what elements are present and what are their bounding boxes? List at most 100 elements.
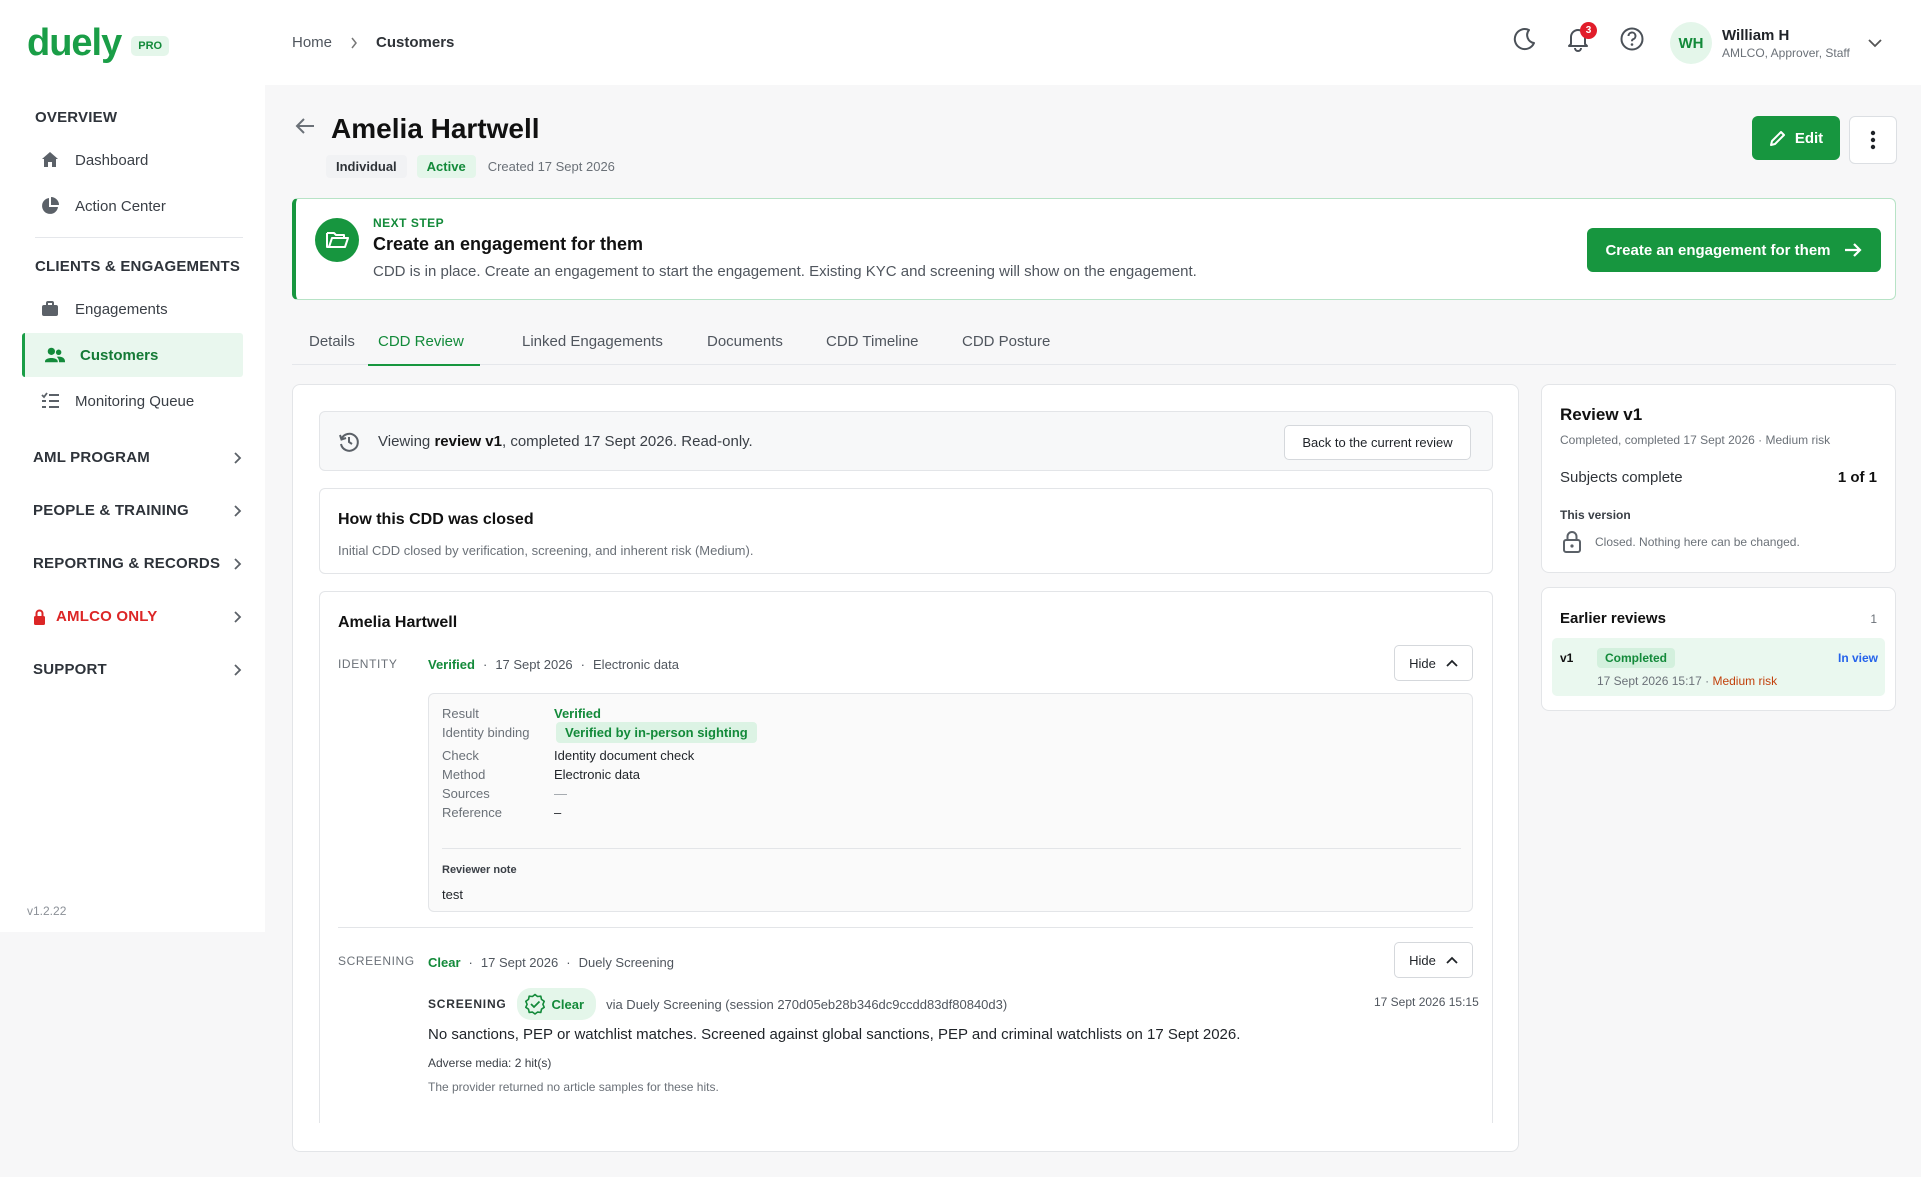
sidebar-item-label: Dashboard bbox=[75, 151, 149, 169]
badge-check-icon bbox=[524, 993, 546, 1015]
user-menu[interactable]: WH William H AMLCO, Approver, Staff bbox=[1670, 22, 1882, 64]
review-summary-card: Review v1 Completed, completed 17 Sept 2… bbox=[1541, 384, 1896, 573]
nav-group-reporting-records[interactable]: REPORTING & RECORDS bbox=[33, 555, 243, 572]
sidebar-item-customers[interactable]: Customers bbox=[22, 333, 243, 377]
notifications-button[interactable]: 3 bbox=[1565, 22, 1597, 52]
method-value: Electronic data bbox=[554, 767, 640, 782]
screening-label: SCREENING bbox=[338, 954, 415, 968]
subjects-complete-label: Subjects complete bbox=[1560, 469, 1683, 486]
tab-cdd-posture[interactable]: CDD Posture bbox=[962, 333, 1050, 364]
edit-button[interactable]: Edit bbox=[1752, 116, 1840, 160]
folder-open-icon bbox=[315, 218, 359, 262]
viewing-review: review v1 bbox=[434, 433, 502, 450]
tab-cdd-review[interactable]: CDD Review bbox=[368, 333, 480, 366]
earlier-reviews-count: 1 bbox=[1870, 612, 1877, 626]
screening-timestamp: 17 Sept 2026 15:15 bbox=[1374, 995, 1479, 1009]
sidebar-item-engagements[interactable]: Engagements bbox=[22, 287, 243, 331]
chevron-right-icon bbox=[350, 37, 358, 49]
tab-details[interactable]: Details bbox=[309, 333, 355, 364]
sidebar-item-action-center[interactable]: Action Center bbox=[22, 184, 243, 228]
breadcrumb-home[interactable]: Home bbox=[292, 34, 332, 51]
user-info: William H AMLCO, Approver, Staff bbox=[1722, 27, 1850, 60]
subject-section: Amelia Hartwell IDENTITY Verified · 17 S… bbox=[319, 591, 1493, 1123]
sidebar-item-monitoring-queue[interactable]: Monitoring Queue bbox=[22, 379, 243, 423]
topbar: Home Customers 3 WH William H AMLCO, App… bbox=[265, 0, 1921, 85]
nav-group-support[interactable]: SUPPORT bbox=[33, 661, 243, 678]
section-clients: CLIENTS & ENGAGEMENTS bbox=[35, 258, 241, 275]
chevron-up-icon bbox=[1446, 956, 1458, 964]
identity-details: Result Verified Identity binding Verifie… bbox=[428, 693, 1473, 912]
tab-linked-engagements[interactable]: Linked Engagements bbox=[522, 333, 663, 364]
home-icon bbox=[40, 150, 60, 170]
chevron-right-icon bbox=[233, 557, 243, 570]
earlier-reviews-title: Earlier reviews bbox=[1560, 610, 1666, 627]
hide-label: Hide bbox=[1409, 952, 1436, 968]
lock-icon bbox=[33, 609, 46, 625]
result-label: Result bbox=[442, 706, 479, 721]
customer-meta: Individual Active Created 17 Sept 2026 bbox=[326, 155, 615, 178]
breadcrumb: Home Customers bbox=[292, 34, 454, 51]
help-icon[interactable] bbox=[1619, 26, 1645, 52]
create-engagement-button[interactable]: Create an engagement for them bbox=[1587, 228, 1881, 272]
chevron-right-icon bbox=[233, 451, 243, 464]
chevron-right-icon bbox=[233, 610, 243, 623]
arrow-right-icon bbox=[1843, 241, 1863, 259]
hide-label: Hide bbox=[1409, 655, 1436, 671]
moon-icon[interactable] bbox=[1512, 26, 1538, 52]
reviewer-note-value: test bbox=[442, 887, 463, 902]
app-logo[interactable]: duely PRO bbox=[27, 24, 170, 62]
nav-group-people-training[interactable]: PEOPLE & TRAINING bbox=[33, 502, 243, 519]
screening-clear-badge: Clear bbox=[516, 988, 597, 1020]
app-version: v1.2.22 bbox=[27, 904, 67, 918]
back-arrow-icon[interactable] bbox=[294, 116, 316, 136]
sidebar-item-label: Monitoring Queue bbox=[75, 392, 195, 410]
dot-separator: · bbox=[566, 955, 571, 970]
binding-label: Identity binding bbox=[442, 725, 530, 740]
lock-icon bbox=[1562, 530, 1582, 554]
reference-value: – bbox=[554, 805, 562, 820]
screening-hide-button[interactable]: Hide bbox=[1394, 942, 1473, 978]
briefcase-icon bbox=[40, 299, 60, 319]
nav-group-aml-program[interactable]: AML PROGRAM bbox=[33, 449, 243, 466]
sidebar-item-label: Engagements bbox=[75, 300, 168, 318]
identity-hide-button[interactable]: Hide bbox=[1394, 645, 1473, 681]
screening-date: 17 Sept 2026 bbox=[480, 955, 559, 970]
nav-group-amlco-only[interactable]: AMLCO ONLY bbox=[33, 608, 243, 625]
locked-message: Closed. Nothing here can be changed. bbox=[1595, 535, 1800, 549]
divider bbox=[442, 848, 1461, 849]
pencil-icon bbox=[1769, 129, 1787, 147]
closure-description: Initial CDD closed by verification, scre… bbox=[338, 543, 754, 558]
binding-badge: Verified by in-person sighting bbox=[556, 722, 757, 743]
screening-kicker: SCREENING bbox=[428, 997, 507, 1011]
banner-title: Create an engagement for them bbox=[373, 234, 644, 254]
dot-separator: · bbox=[482, 657, 488, 672]
dot-separator: · bbox=[580, 657, 586, 672]
review-date: 17 Sept 2026 15:17 bbox=[1597, 674, 1702, 688]
nav-group-label: SUPPORT bbox=[33, 661, 107, 678]
subject-name: Amelia Hartwell bbox=[338, 614, 458, 631]
sidebar-item-dashboard[interactable]: Dashboard bbox=[22, 138, 243, 182]
edit-label: Edit bbox=[1794, 129, 1824, 147]
pie-chart-icon bbox=[40, 196, 60, 216]
cdd-review-panel: Viewing review v1, completed 17 Sept 202… bbox=[292, 384, 1519, 1152]
nav-group-label: REPORTING & RECORDS bbox=[33, 555, 221, 572]
nav-group-label: PEOPLE & TRAINING bbox=[33, 502, 189, 519]
this-version-label: This version bbox=[1560, 508, 1631, 522]
cdd-closure-box: How this CDD was closed Initial CDD clos… bbox=[319, 488, 1493, 574]
screening-provider: Duely Screening bbox=[578, 955, 674, 970]
screening-status: Clear bbox=[428, 955, 461, 970]
earlier-reviews-card: Earlier reviews 1 v1 Completed In view 1… bbox=[1541, 587, 1896, 711]
tab-cdd-timeline[interactable]: CDD Timeline bbox=[826, 333, 919, 364]
earlier-review-item[interactable]: v1 Completed In view 17 Sept 2026 15:17 … bbox=[1552, 638, 1885, 696]
created-date: Created 17 Sept 2026 bbox=[487, 159, 615, 174]
nav-group-label: AMLCO ONLY bbox=[56, 608, 158, 625]
method-label: Method bbox=[442, 767, 486, 782]
sources-value: — bbox=[554, 786, 567, 801]
provider-note: The provider returned no article samples… bbox=[428, 1080, 719, 1094]
tab-documents[interactable]: Documents bbox=[707, 333, 783, 364]
back-to-current-review-button[interactable]: Back to the current review bbox=[1284, 425, 1471, 460]
list-check-icon bbox=[40, 391, 60, 411]
more-options-button[interactable] bbox=[1849, 116, 1897, 164]
subjects-complete-value: 1 of 1 bbox=[1837, 469, 1877, 486]
plan-badge: PRO bbox=[131, 36, 170, 56]
